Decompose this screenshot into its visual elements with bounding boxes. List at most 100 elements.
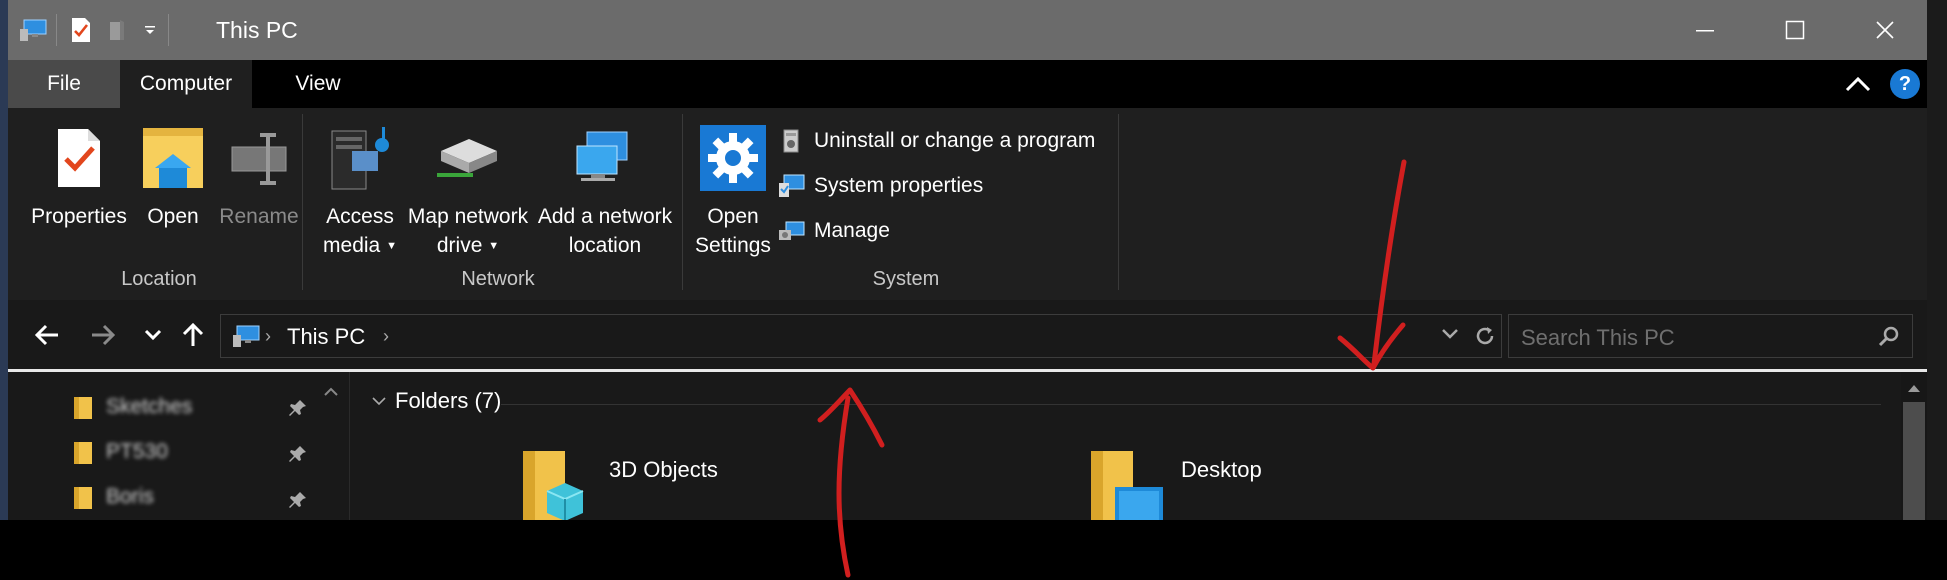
manage-label: Manage xyxy=(814,219,890,242)
rename-button[interactable]: Rename xyxy=(204,108,314,231)
system-properties-icon xyxy=(778,172,806,200)
add-network-location-button[interactable]: Add a network location xyxy=(532,108,678,260)
folder-item-desktop[interactable]: Desktop xyxy=(1089,447,1262,520)
rename-icon xyxy=(228,122,290,194)
file-explorer-window: This PC File Computer View ? Properties xyxy=(8,0,1927,520)
breadcrumb-this-pc[interactable]: This PC xyxy=(287,324,365,350)
tab-view[interactable]: View xyxy=(278,60,358,108)
3d-objects-folder-icon xyxy=(523,451,584,520)
nav-item-pinned-folder[interactable]: Boris xyxy=(74,482,324,512)
uninstall-program-label: Uninstall or change a program xyxy=(814,129,1096,152)
address-bar[interactable]: › This PC › xyxy=(220,314,1502,358)
group-header-line xyxy=(501,404,1881,405)
back-arrow-icon[interactable] xyxy=(30,318,64,352)
this-pc-icon xyxy=(231,323,261,354)
breadcrumb-chevron-icon[interactable]: › xyxy=(265,326,271,347)
scroll-up-arrow-icon[interactable] xyxy=(1907,380,1921,398)
dropdown-caret-icon: ▼ xyxy=(488,240,500,252)
manage-computer-icon xyxy=(778,217,806,245)
folder-name: 3D Objects xyxy=(609,457,718,482)
search-placeholder: Search This PC xyxy=(1521,325,1675,350)
nav-scroll-up-chevron-icon[interactable] xyxy=(324,384,338,402)
new-folder-quick-icon[interactable] xyxy=(102,14,132,46)
desktop-folder-icon xyxy=(1091,451,1163,520)
map-network-drive-icon xyxy=(435,122,501,194)
ribbon-tab-row: File Computer View ? xyxy=(8,60,1927,108)
add-network-location-icon xyxy=(573,122,637,194)
open-label: Open xyxy=(147,205,199,228)
background-desktop-strip xyxy=(0,0,8,520)
properties-icon xyxy=(54,122,104,194)
search-icon[interactable] xyxy=(1878,325,1900,352)
open-folder-icon xyxy=(141,122,205,194)
group-separator xyxy=(302,114,303,290)
map-network-drive-label-line2: drive xyxy=(436,234,483,257)
navigation-bar: › This PC › Search This PC xyxy=(8,300,1927,370)
group-separator xyxy=(682,114,683,290)
manage-button[interactable]: Manage xyxy=(778,216,890,246)
add-network-location-label-line2: location xyxy=(568,234,642,257)
open-settings-label-line1: Open xyxy=(707,205,759,228)
access-media-label-line2: media xyxy=(323,234,381,257)
pin-icon[interactable] xyxy=(288,490,308,515)
customize-quick-access-chevron-icon[interactable] xyxy=(138,14,162,46)
minimize-button[interactable] xyxy=(1660,0,1750,60)
background-bottom xyxy=(0,520,1947,580)
settings-gear-icon xyxy=(700,122,766,194)
qa-separator xyxy=(56,14,57,46)
location-group-label: Location xyxy=(121,268,197,290)
window-title: This PC xyxy=(216,17,298,43)
folders-group-header[interactable]: Folders (7) xyxy=(395,388,501,414)
dropdown-caret-icon: ▼ xyxy=(386,240,397,252)
search-box[interactable]: Search This PC xyxy=(1508,314,1913,358)
collapse-ribbon-chevron-icon[interactable] xyxy=(1843,70,1873,98)
nav-item-pinned-folder[interactable]: Sketches xyxy=(74,392,324,422)
forward-arrow-icon[interactable] xyxy=(86,318,120,352)
maximize-button[interactable] xyxy=(1750,0,1840,60)
group-collapse-chevron-icon[interactable] xyxy=(371,394,387,412)
folder-icon xyxy=(74,487,92,509)
add-network-location-label-line1: Add a network xyxy=(537,205,673,228)
title-bar[interactable]: This PC xyxy=(8,0,1927,60)
access-media-label-line1: Access xyxy=(326,205,394,228)
folder-name: Desktop xyxy=(1181,457,1262,482)
open-settings-button[interactable]: Open Settings xyxy=(692,108,774,260)
scrollbar-thumb[interactable] xyxy=(1903,402,1925,520)
recent-locations-chevron-icon[interactable] xyxy=(136,318,170,352)
address-history-dropdown-icon[interactable] xyxy=(1441,327,1459,346)
pin-icon[interactable] xyxy=(288,444,308,469)
folder-icon xyxy=(74,397,92,419)
this-pc-app-icon[interactable] xyxy=(16,14,50,46)
content-scrollbar[interactable] xyxy=(1901,372,1927,520)
tab-computer[interactable]: Computer xyxy=(120,60,252,108)
pin-icon[interactable] xyxy=(288,398,308,423)
access-media-icon xyxy=(328,122,392,194)
background-window-strip xyxy=(1927,0,1947,520)
up-arrow-icon[interactable] xyxy=(176,318,210,352)
tab-file[interactable]: File xyxy=(8,60,120,108)
system-properties-label: System properties xyxy=(814,174,984,197)
folder-item-3d-objects[interactable]: 3D Objects xyxy=(521,447,718,520)
group-separator xyxy=(1118,114,1119,290)
close-button[interactable] xyxy=(1840,0,1927,60)
uninstall-program-icon xyxy=(778,127,806,155)
map-network-drive-button[interactable]: Map network drive ▼ xyxy=(398,108,538,261)
uninstall-program-button[interactable]: Uninstall or change a program xyxy=(778,126,1095,156)
folder-icon xyxy=(74,442,92,464)
map-network-drive-label-line1: Map network xyxy=(407,205,529,228)
content-area: Folders (7) 3D Objects Desktop xyxy=(351,372,1901,520)
nav-item-label: PT530 xyxy=(106,440,168,463)
system-properties-button[interactable]: System properties xyxy=(778,171,983,201)
breadcrumb-chevron-icon[interactable]: › xyxy=(383,326,389,347)
properties-quick-icon[interactable] xyxy=(66,14,96,46)
access-media-button[interactable]: Access media ▼ xyxy=(310,108,410,261)
properties-button[interactable]: Properties xyxy=(20,108,138,231)
nav-item-label: Sketches xyxy=(106,395,193,418)
rename-label: Rename xyxy=(219,205,299,228)
refresh-icon[interactable] xyxy=(1473,324,1497,353)
properties-label: Properties xyxy=(31,205,127,228)
nav-item-pinned-folder[interactable]: PT530 xyxy=(74,437,324,467)
help-button[interactable]: ? xyxy=(1890,69,1920,99)
ribbon-body: Properties Open Rename Location Access m… xyxy=(8,108,1927,300)
nav-item-label: Boris xyxy=(106,485,154,508)
